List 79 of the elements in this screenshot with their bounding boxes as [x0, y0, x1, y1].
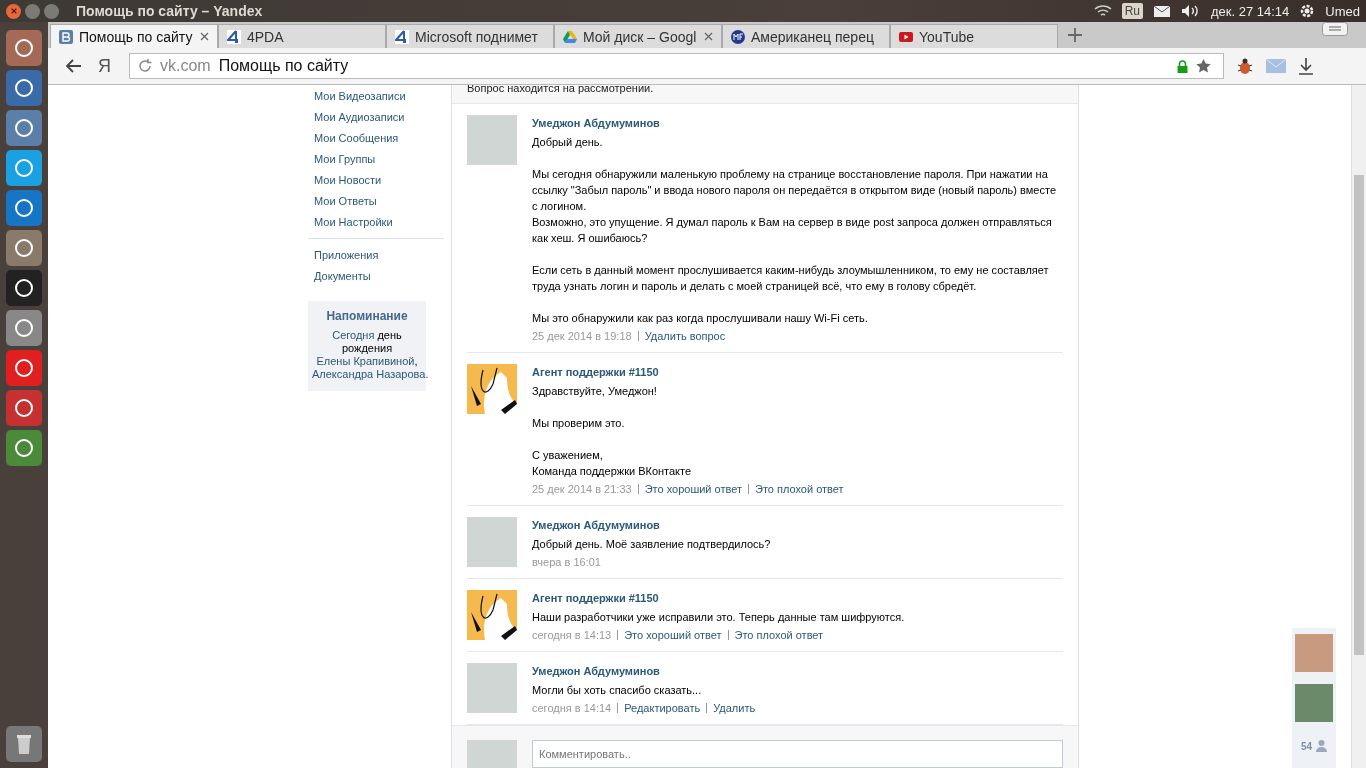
keyboard-layout-indicator[interactable]: Ru: [1121, 3, 1143, 19]
profile-link[interactable]: Александра: [312, 368, 377, 380]
site-favicon-icon: [227, 29, 241, 44]
message-action-link[interactable]: Это хороший ответ: [624, 627, 722, 643]
window-title: Помощь по сайту – Yandex: [76, 3, 263, 19]
scrollbar[interactable]: [1351, 85, 1366, 768]
author-link[interactable]: Умеджон Абдумуминов: [532, 116, 1063, 130]
author-link[interactable]: Агент поддержки #1150: [532, 591, 1063, 605]
wifi-icon[interactable]: [1093, 4, 1112, 18]
browser-tab[interactable]: Американец перец: [722, 24, 890, 48]
browser-tab[interactable]: 4PDA: [218, 24, 386, 48]
star-icon[interactable]: [1196, 59, 1211, 73]
reminder-title: Напоминание: [325, 309, 409, 323]
message-text: Добрый день. Мы сегодня обнаружили маленькую проблему на странице восстановление пароля. При нажатии на ссылку "Забыл пароль" и ввода нового пароля он передаётся в открытом виде (новый пароль) вместе с логином. Возможно, это упущение. Я думал пароль к Вам на сервер в виде post запроса должен отправляться как хеш. Я ошибаюсь? Если сеть в данный момент прослушивается каким-нибудь злоумышленником, то ему не составляет труда узнать логин и пароль и делать с моей страницей всё, что ему в голову сбредёт. Мы это обнаружили как раз когда прослушивали нашу Wi-Fi сеть.: [532, 135, 1057, 326]
sidebar-menu-link[interactable]: Мои Аудиозаписи: [308, 107, 444, 128]
message-date: сегодня в 14:14: [532, 701, 612, 716]
sidebar-menu-link[interactable]: Приложения: [308, 245, 444, 266]
comment-field[interactable]: Комментировать..: [532, 740, 1063, 768]
browser-tab[interactable]: Мой диск – Googl: [554, 24, 722, 48]
download-icon[interactable]: [1298, 57, 1314, 75]
sidebar-menu-link[interactable]: Мои Настройки: [308, 212, 444, 233]
sidebar-menu-link[interactable]: Мои Группы: [308, 149, 444, 170]
browser-tab[interactable]: YouTube: [890, 24, 1058, 48]
message-action-link[interactable]: Удалить вопрос: [644, 328, 726, 344]
person-icon: [1316, 740, 1328, 752]
site-favicon-icon: [59, 29, 73, 44]
volume-icon[interactable]: [1180, 4, 1201, 18]
site-favicon-icon: [395, 29, 409, 44]
close-icon: [9, 7, 18, 15]
settings-icon[interactable]: [1299, 3, 1316, 19]
address-bar[interactable]: vk.com Помощь по сайту: [129, 53, 1224, 79]
close-button[interactable]: [6, 3, 21, 19]
bug-icon[interactable]: [1236, 57, 1254, 75]
clock[interactable]: дек. 27 14:14: [1210, 3, 1290, 19]
close-tab-icon[interactable]: [200, 32, 209, 41]
mail-icon[interactable]: [1152, 4, 1171, 18]
author-link[interactable]: Агент поддержки #1150: [532, 365, 1063, 379]
message-text: Здравствуйте, Умеджон! Мы проверим это. С уважением, Команда поддержки ВКонтакте: [532, 384, 693, 479]
agent-avatar-drawing[interactable]: [467, 364, 517, 414]
yandex-logo[interactable]: Я: [98, 55, 111, 77]
browser-tab[interactable]: Microsoft поднимет: [386, 24, 554, 48]
trash-icon[interactable]: [6, 726, 42, 762]
browser-tab[interactable]: Помощь по сайту: [50, 24, 218, 48]
back-arrow-icon[interactable]: [66, 59, 82, 73]
reload-icon[interactable]: [138, 59, 152, 73]
play-button-icon: [899, 29, 913, 44]
sidebar-menu-link[interactable]: Мои Ответы: [308, 191, 444, 212]
close-tab-icon[interactable]: [704, 32, 713, 41]
message-action-link[interactable]: Удалить: [713, 700, 756, 716]
menu-icon[interactable]: [1322, 22, 1348, 36]
message-date: 25 дек 2014 в 21:33: [532, 482, 632, 497]
sidebar-menu-link[interactable]: Мои Видеозаписи: [308, 86, 444, 107]
maximize-button[interactable]: [44, 3, 59, 19]
lock-icon: [1177, 59, 1188, 73]
message-text: Наши разработчики уже исправили это. Теперь данные там шифруются.: [532, 610, 906, 625]
message-action-link[interactable]: Это хороший ответ: [644, 481, 742, 497]
profile-link[interactable]: Сегодня: [332, 329, 375, 341]
message-date: 25 дек 2014 в 19:18: [532, 329, 632, 344]
author-link[interactable]: Умеджон Абдумуминов: [532, 518, 1063, 532]
site-favicon-icon: [731, 29, 745, 44]
message-action-link[interactable]: Это плохой ответ: [734, 627, 824, 643]
minimize-button[interactable]: [25, 3, 40, 19]
message-action-link[interactable]: Это плохой ответ: [755, 481, 844, 497]
question-status: Вопрос находится на рассмотрении.: [452, 85, 1078, 104]
agent-avatar-drawing[interactable]: [467, 590, 517, 640]
new-tab-icon[interactable]: [1068, 28, 1082, 42]
message-action-link[interactable]: Редактировать: [624, 700, 701, 716]
sidebar-menu-link[interactable]: Мои Сообщения: [308, 128, 444, 149]
user-name[interactable]: Umed: [1325, 3, 1360, 19]
triangle-logo-icon: [563, 29, 577, 44]
sidebar-menu-link[interactable]: Документы: [308, 266, 444, 287]
author-link[interactable]: Умеджон Абдумуминов: [532, 664, 1063, 678]
message-text: Могли бы хоть спасибо сказать...: [532, 683, 703, 698]
message-date: сегодня в 14:13: [532, 628, 612, 643]
sidebar-menu-link[interactable]: Мои Новости: [308, 170, 444, 191]
profile-link[interactable]: Назарова.: [376, 368, 429, 380]
message-text: Добрый день. Моё заявление подтвердилось?: [532, 537, 772, 552]
profile-link[interactable]: Елены: [316, 355, 354, 367]
message-date: вчера в 16:01: [532, 555, 601, 570]
